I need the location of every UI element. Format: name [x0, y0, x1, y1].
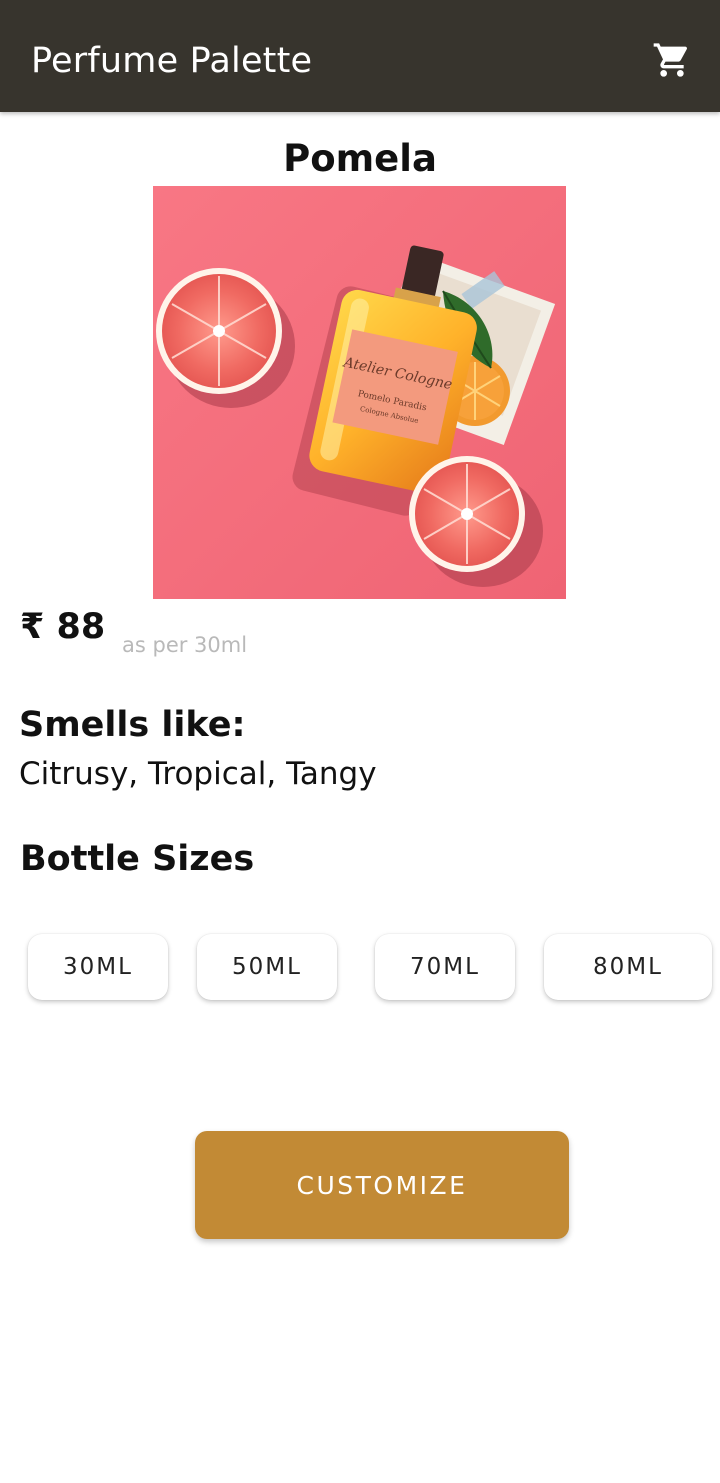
- shopping-cart-icon: [653, 43, 688, 77]
- app-title: Perfume Palette: [31, 41, 313, 81]
- size-50ml-button[interactable]: 50ML: [197, 934, 337, 1000]
- price-note: as per 30ml: [122, 633, 248, 657]
- cart-button[interactable]: [648, 36, 696, 84]
- size-70ml-button[interactable]: 70ML: [375, 934, 515, 1000]
- smells-heading: Smells like:: [19, 705, 246, 745]
- smells-description: Citrusy, Tropical, Tangy: [19, 756, 377, 792]
- app-bar: Perfume Palette: [0, 0, 720, 112]
- product-name: Pomela: [283, 137, 437, 180]
- product-image: Atelier Cologne Pomelo Paradis Cologne A…: [153, 186, 566, 599]
- size-80ml-button[interactable]: 80ML: [544, 934, 712, 1000]
- bottle-sizes-heading: Bottle Sizes: [20, 839, 255, 879]
- customize-button[interactable]: CUSTOMIZE: [195, 1131, 569, 1239]
- price: ₹ 88: [20, 607, 106, 647]
- size-30ml-button[interactable]: 30ML: [28, 934, 168, 1000]
